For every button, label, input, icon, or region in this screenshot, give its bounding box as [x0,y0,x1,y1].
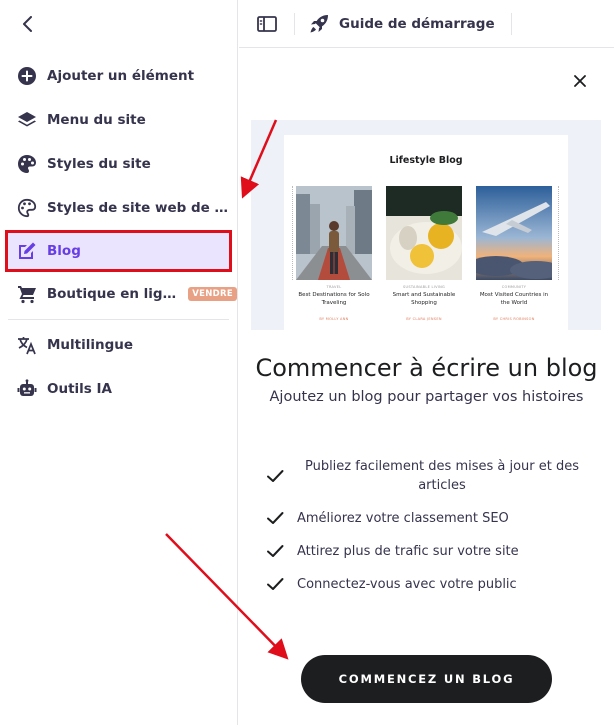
chevron-left-icon [23,16,32,32]
robot-icon [16,378,38,400]
checkmark-icon [267,512,284,524]
preview-dotted-line [558,186,559,280]
toolbar-divider [294,12,295,35]
sidebar-item-blog[interactable]: Blog [5,230,232,272]
preview-post: COMMUNITY Most Visited Countries in the … [476,186,552,321]
blog-preview-card: Lifestyle Blog TRAVEL Best Destinations … [284,135,568,330]
feature-item: Publiez facilement des mises à jour et d… [265,457,605,495]
preview-post: TRAVEL Best Destinations for Solo Travel… [296,186,372,321]
feature-item: Connectez-vous avec votre public [265,574,605,594]
sidebar-menu: Ajouter un élément Menu du site Styles d… [0,48,237,411]
edit-icon [16,240,38,262]
sidebar-layout-icon [257,15,277,32]
sidebar-item-website-design-styles[interactable]: Styles de site web de design [0,186,237,230]
sidebar-header [0,0,237,48]
sidebar-divider [8,319,229,320]
panel-heading: Commencer à écrire un blog [255,354,598,382]
sidebar-item-label: Styles de site web de design [47,200,235,216]
getting-started-guide-button[interactable]: Guide de démarrage [309,14,495,34]
sidebar-item-label: Boutique en ligne [46,286,181,302]
top-toolbar: Guide de démarrage [239,0,614,48]
preview-blog-title: Lifestyle Blog [389,155,463,166]
close-icon [574,75,586,87]
plus-circle-icon [16,65,38,87]
close-button[interactable] [572,73,588,89]
toolbar-divider [510,12,512,35]
preview-post-author: BY MOLLY ANN [319,317,349,321]
sidebar-item-label: Styles du site [47,156,151,172]
preview-post: SUSTAINABLE LIVING Smart and Sustainable… [386,186,462,321]
blog-preview-image: Lifestyle Blog TRAVEL Best Destinations … [251,120,601,330]
checkmark-icon [267,578,284,590]
blog-setup-panel: Lifestyle Blog TRAVEL Best Destinations … [239,49,614,725]
preview-post-image-airplane [476,186,552,280]
preview-post-author: BY CHRIS ROBINSON [493,317,535,321]
preview-post-category: COMMUNITY [501,285,527,289]
feature-list: Publiez facilement des mises à jour et d… [265,457,605,607]
sidebar-item-label: Blog [47,243,81,259]
sidebar-item-label: Multilingue [47,337,134,353]
start-blog-button[interactable]: COMMENCEZ UN BLOG [301,655,552,703]
feature-item: Améliorez votre classement SEO [265,508,605,528]
toggle-sidebar-button[interactable] [256,13,278,35]
sidebar-item-label: Menu du site [47,112,146,128]
feature-text: Améliorez votre classement SEO [297,510,509,526]
palette-icon [16,153,38,175]
preview-post-category: SUSTAINABLE LIVING [402,285,446,289]
sell-badge: VENDRE [188,287,237,301]
preview-post-title: Smart and Sustainable Shopping [392,292,456,306]
preview-post-category: TRAVEL [326,285,342,289]
rocket-icon [310,14,328,32]
sidebar-item-ai-tools[interactable]: Outils IA [0,367,237,411]
feature-text: Connectez-vous avec votre public [297,576,517,592]
sidebar-item-add-element[interactable]: Ajouter un élément [0,54,237,98]
layers-icon [16,109,38,131]
checkmark-icon [267,470,284,482]
sidebar-item-label: Ajouter un élément [47,68,195,84]
feature-text: Attirez plus de trafic sur votre site [297,543,519,559]
palette-outline-icon [16,197,38,219]
back-button[interactable] [18,14,38,34]
preview-post-title: Most Visited Countries in the World [479,292,549,306]
cart-icon [16,283,38,305]
feature-text: Publiez facilement des mises à jour et d… [304,459,580,493]
sidebar-item-site-menu[interactable]: Menu du site [0,98,237,142]
sidebar-item-site-styles[interactable]: Styles du site [0,142,237,186]
preview-post-image-city [296,186,372,280]
preview-post-image-fruit [386,186,462,280]
preview-post-author: BY CLARA JENSEN [406,317,442,321]
feature-item: Attirez plus de trafic sur votre site [265,541,605,561]
sidebar-item-online-store[interactable]: Boutique en ligne VENDRE [0,272,237,316]
checkmark-icon [267,545,284,557]
guide-label: Guide de démarrage [339,15,495,32]
sidebar: Ajouter un élément Menu du site Styles d… [0,0,238,725]
panel-subheading: Ajoutez un blog pour partager vos histoi… [269,389,584,405]
sidebar-item-multilingual[interactable]: Multilingue [0,323,237,367]
preview-dotted-line [292,186,293,280]
sidebar-item-label: Outils IA [47,381,113,397]
translate-icon [16,334,38,356]
preview-post-title: Best Destinations for Solo Traveling [298,292,370,306]
